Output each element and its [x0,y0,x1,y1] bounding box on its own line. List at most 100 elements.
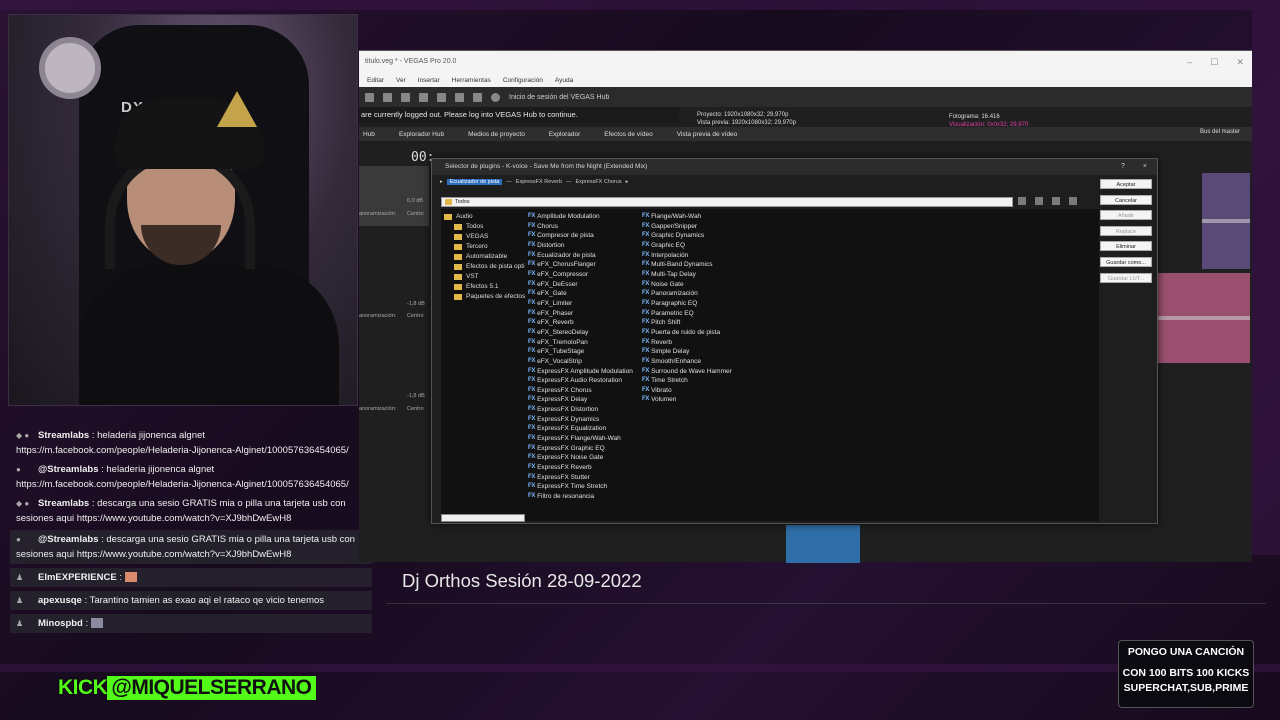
chain-item[interactable]: ExpressFX Reverb [516,179,562,185]
hub-session-link[interactable]: Inicio de sesión del VEGAS Hub [509,94,609,101]
dialog-button[interactable]: Guardar LUT... [1100,272,1152,283]
plugin-item[interactable]: FX Multi-Band Dynamics [642,260,732,270]
tree-item-automatizable[interactable]: Automatizable [444,252,532,262]
plugin-item[interactable]: FX Pitch Shift [642,318,732,328]
category-filter-dropdown[interactable]: Todos [441,197,1013,207]
plugin-item[interactable]: FX ExpressFX Time Stretch [528,482,633,492]
plugin-item[interactable]: FX eFX_Gate [528,289,633,299]
dialog-button[interactable]: Aceptar [1100,179,1152,189]
plugin-item[interactable]: FX Graphic Dynamics [642,231,732,241]
dialog-button[interactable]: Eliminar [1100,241,1152,252]
plugin-item[interactable]: FX Flange/Wah-Wah [642,212,732,222]
render-icon[interactable] [401,92,410,102]
dialog-button[interactable]: Añadir [1100,210,1152,221]
menu-ayuda[interactable]: Ayuda [555,77,573,84]
plugin-item[interactable]: FX Compresor de pista [528,231,633,241]
list-view-icon[interactable] [1052,197,1060,205]
plugin-item[interactable]: FX Interpolación [642,251,732,261]
plugin-item[interactable]: FX Multi-Tap Delay [642,270,732,280]
plugin-item[interactable]: FX Simple Delay [642,347,732,357]
plugin-item[interactable]: FX eFX_Limiter [528,299,633,309]
audio-clip-waveform[interactable] [1157,273,1250,363]
plugin-item[interactable]: FX ExpressFX Dynamics [528,415,633,425]
plugin-item[interactable]: FX ExpressFX Reverb [528,463,633,473]
menu-configuracion[interactable]: Configuración [503,77,543,84]
plugin-item[interactable]: FX Smooth/Enhance [642,357,732,367]
tree-item-efectos-pista[interactable]: Efectos de pista opti [444,262,532,272]
tree-item-vegas[interactable]: VEGAS [444,232,532,242]
plugin-item[interactable]: FX eFX_StereoDelay [528,328,633,338]
audio-clip-waveform[interactable] [1202,173,1250,269]
close-icon[interactable]: × [1143,159,1147,175]
chain-item-selected[interactable]: Ecualizador de pista [446,179,503,185]
plugin-item[interactable]: FX Noise Gate [642,280,732,290]
tree-item-todos[interactable]: Todos [444,222,532,232]
plugin-item[interactable]: FX Surround de Wave Hammer [642,367,732,377]
minimize-icon[interactable]: – [1187,51,1192,73]
plugin-item[interactable]: FX Time Stretch [642,376,732,386]
plugin-item[interactable]: FX Parametric EQ [642,309,732,319]
chain-item[interactable]: ExpressFX Chorus [575,179,621,185]
plugin-item[interactable]: FX eFX_ChorusFlanger [528,260,633,270]
plugin-item[interactable]: FX Puerta de ruido de pista [642,328,732,338]
back-icon[interactable] [1035,197,1043,205]
maximize-icon[interactable]: ☐ [1210,51,1218,73]
plugin-item[interactable]: FX Ecualizador de pista [528,251,633,261]
plugin-item[interactable]: FX eFX_Reverb [528,318,633,328]
plugin-item[interactable]: FX ExpressFX Amplitude Modulation [528,367,633,377]
plugin-item[interactable]: FX ExpressFX Graphic EQ [528,444,633,454]
plugin-item[interactable]: FX ExpressFX Audio Restoration [528,376,633,386]
plugin-item[interactable]: FX Amplitude Modulation [528,212,633,222]
tab-medios-proyecto[interactable]: Medios de proyecto [468,131,525,138]
tree-item-audio[interactable]: Audio [444,212,532,222]
cut-icon[interactable] [419,92,428,102]
plugin-item[interactable]: FX Vibrato [642,386,732,396]
plugin-item[interactable]: FX ExpressFX Flange/Wah-Wah [528,434,633,444]
new-project-icon[interactable] [365,92,374,102]
tree-item-efectos-51[interactable]: Efectos 5.1 [444,282,532,292]
dialog-button[interactable]: Replace [1100,225,1152,236]
track-header-1[interactable] [359,166,429,226]
plugin-item[interactable]: FX ExpressFX Equalization [528,424,633,434]
tree-item-tercero[interactable]: Tercero [444,242,532,252]
hub-icon[interactable] [491,92,500,102]
plugin-item[interactable]: FX eFX_DeEsser [528,280,633,290]
menu-herramientas[interactable]: Herramientas [452,77,491,84]
plugin-item[interactable]: FX eFX_TremoloPan [528,338,633,348]
settings-icon[interactable] [437,92,446,102]
save-icon[interactable] [383,92,392,102]
help-icon[interactable]: ? [1121,159,1125,175]
plugin-item[interactable]: FX Chorus [528,222,633,232]
plugin-item[interactable]: FX eFX_VocalStrip [528,357,633,367]
menu-insertar[interactable]: Insertar [418,77,440,84]
tab-vista-previa[interactable]: Vista previa de vídeo [677,131,738,138]
close-icon[interactable]: ✕ [1236,51,1244,73]
tree-item-paquetes[interactable]: Paquetes de efectos [444,292,532,302]
plugin-item[interactable]: FX ExpressFX Noise Gate [528,453,633,463]
dialog-button[interactable]: Guardar como... [1100,256,1152,267]
redo-icon[interactable] [473,92,482,102]
plugin-item[interactable]: FX eFX_Phaser [528,309,633,319]
menu-ver[interactable]: Ver [396,77,406,84]
dialog-button[interactable]: Cancelar [1100,194,1152,205]
plugin-item[interactable]: FX Volumen [642,395,732,405]
plugin-item[interactable]: FX ExpressFX Delay [528,395,633,405]
new-folder-icon[interactable] [1018,197,1026,205]
tab-explorador[interactable]: Explorador [549,131,580,138]
plugin-item[interactable]: FX Filtro de resonancia [528,492,633,502]
tab-hub[interactable]: Hub [363,131,375,138]
plugin-item[interactable]: FX Graphic EQ [642,241,732,251]
menu-editar[interactable]: Editar [367,77,384,84]
tab-explorador-hub[interactable]: Explorador Hub [399,131,444,138]
tree-item-vst[interactable]: VST [444,272,532,282]
horizontal-scrollbar[interactable] [441,514,525,522]
plugin-item[interactable]: FX eFX_Compressor [528,270,633,280]
plugin-item[interactable]: FX ExpressFX Distortion [528,405,633,415]
tab-efectos-video[interactable]: Efectos de vídeo [604,131,652,138]
plugin-item[interactable]: FX Paragraphic EQ [642,299,732,309]
plugin-item[interactable]: FX Panoramización [642,289,732,299]
plugin-item[interactable]: FX Reverb [642,338,732,348]
plugin-item[interactable]: FX ExpressFX Stutter [528,473,633,483]
plugin-item[interactable]: FX ExpressFX Chorus [528,386,633,396]
plugin-item[interactable]: FX Distortion [528,241,633,251]
